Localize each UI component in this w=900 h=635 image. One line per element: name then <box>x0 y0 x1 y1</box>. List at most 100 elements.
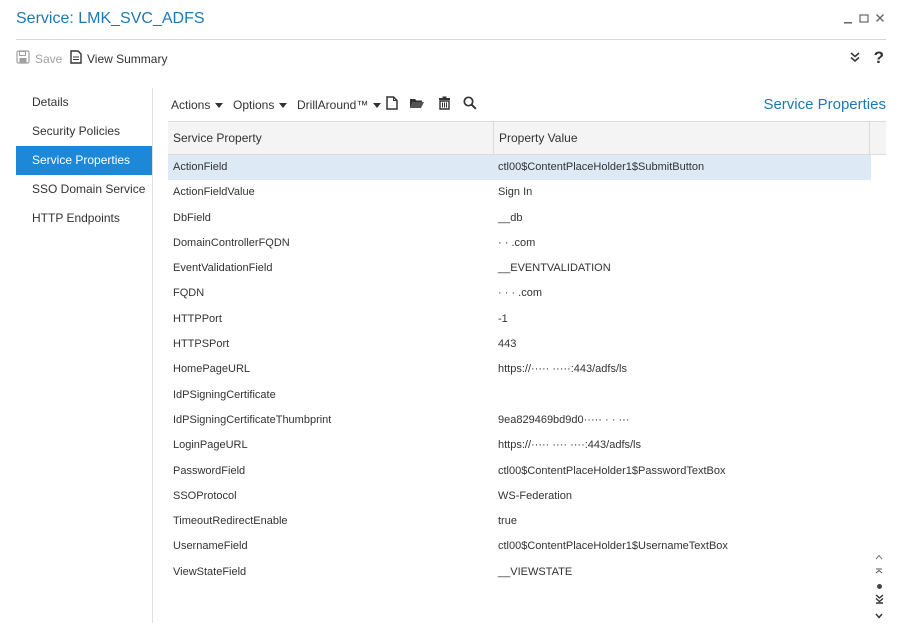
table-row[interactable]: SSOProtocol WS-Federation <box>168 484 871 509</box>
top-toolbar: Save View Summary ? <box>0 44 900 72</box>
help-icon[interactable]: ? <box>874 48 884 68</box>
property-value-cell[interactable]: __EVENTVALIDATION <box>494 256 870 281</box>
property-value-cell[interactable]: __VIEWSTATE <box>494 560 870 585</box>
property-name-cell: EventValidationField <box>173 262 273 275</box>
scroll-bottom-icon[interactable] <box>875 594 884 607</box>
save-icon <box>16 50 30 67</box>
table-row[interactable]: HomePageURL https://····· ·····:443/adfs/… <box>168 357 871 382</box>
property-name-cell: DomainControllerFQDN <box>173 236 290 249</box>
property-name-cell: UsernameField <box>173 540 248 553</box>
property-name-cell: FQDN <box>173 287 205 300</box>
title-divider <box>16 39 886 40</box>
property-name-cell: DbField <box>173 211 211 224</box>
table-row[interactable]: IdPSigningCertificate <box>168 383 871 408</box>
sidebar-item-service-properties[interactable]: Service Properties <box>16 146 153 175</box>
save-label: Save <box>35 51 63 66</box>
options-caret-icon <box>279 102 288 108</box>
property-name-cell: HomePageURL <box>173 363 251 376</box>
grid-header: Service Property Property Value <box>168 121 886 155</box>
property-name-cell: HTTPSPort <box>173 338 230 351</box>
property-value-cell[interactable]: https://····· ·····:443/adfs/ls <box>494 357 870 382</box>
property-value-cell[interactable]: ctl00$ContentPlaceHolder1$SubmitButton <box>494 155 870 180</box>
actions-menu-label: Actions <box>171 98 211 112</box>
table-row[interactable]: TimeoutRedirectEnable true <box>168 509 871 534</box>
table-row[interactable]: FQDN · · · .com <box>168 281 871 306</box>
sidebar-item-security-policies[interactable]: Security Policies <box>16 117 153 146</box>
table-row[interactable]: HTTPPort -1 <box>168 307 871 332</box>
property-value-cell[interactable]: 443 <box>494 332 870 357</box>
view-summary-button[interactable]: View Summary <box>70 50 167 67</box>
table-row[interactable]: ActionField ctl00$ContentPlaceHolder1$Sub… <box>168 155 871 181</box>
column-header-spacer <box>870 122 886 154</box>
table-row[interactable]: DbField __db <box>168 206 871 231</box>
column-header-value[interactable]: Property Value <box>494 122 870 154</box>
scroll-down-icon[interactable] <box>875 612 883 622</box>
table-row[interactable]: PasswordField ctl00$ContentPlaceHolder1$P… <box>168 459 871 484</box>
sidebar-divider <box>152 88 153 623</box>
scroll-up-icon[interactable] <box>875 553 883 563</box>
summary-document-icon <box>70 50 82 67</box>
search-icon[interactable] <box>462 95 478 111</box>
maximize-icon[interactable] <box>858 10 870 26</box>
table-row[interactable]: ActionFieldValue Sign In <box>168 180 871 205</box>
property-name-cell: ViewStateField <box>173 565 247 578</box>
property-value-cell[interactable]: · · · .com <box>494 281 870 306</box>
actions-caret-icon <box>215 102 224 108</box>
property-name-cell: ActionField <box>173 161 228 173</box>
scroll-controls <box>872 553 886 622</box>
drillaround-caret-icon <box>373 102 382 108</box>
drillaround-menu[interactable]: DrillAround™ <box>297 98 382 112</box>
property-value-cell[interactable]: Sign In <box>494 180 870 205</box>
actions-menu[interactable]: Actions <box>171 98 224 112</box>
property-name-cell: IdPSigningCertificateThumbprint <box>173 413 332 426</box>
property-name-cell: LoginPageURL <box>173 439 248 452</box>
drillaround-menu-label: DrillAround™ <box>297 98 369 112</box>
table-row[interactable]: ViewStateField __VIEWSTATE <box>168 560 871 585</box>
toolbar-right: ? <box>850 48 884 68</box>
collapse-chevrons-icon[interactable] <box>850 51 860 66</box>
property-value-cell[interactable]: 9ea829469bd9d0····· · · ··· <box>494 408 870 433</box>
scroll-top-icon[interactable] <box>875 568 883 579</box>
property-value-cell[interactable]: __db <box>494 206 870 231</box>
property-value-cell[interactable]: true <box>494 509 870 534</box>
title-bar: Service: LMK_SVC_ADFS <box>0 0 900 40</box>
scroll-position-icon[interactable] <box>876 584 882 589</box>
minimize-icon[interactable] <box>842 10 854 26</box>
grid-body: ActionField ctl00$ContentPlaceHolder1$Sub… <box>168 155 886 585</box>
new-document-icon[interactable] <box>384 95 400 111</box>
property-value-cell[interactable]: ctl00$ContentPlaceHolder1$UsernameTextBo… <box>494 534 870 559</box>
view-summary-label: View Summary <box>87 51 168 66</box>
property-value-cell[interactable]: https://····· ···· ····:443/adfs/ls <box>494 433 870 458</box>
property-value-cell[interactable] <box>494 383 870 408</box>
column-header-property[interactable]: Service Property <box>168 122 494 154</box>
property-value-cell[interactable]: · · .com <box>494 231 870 256</box>
property-value-cell[interactable]: -1 <box>494 307 870 332</box>
table-row[interactable]: EventValidationField __EVENTVALIDATION <box>168 256 871 281</box>
table-row[interactable]: UsernameField ctl00$ContentPlaceHolder1$U… <box>168 534 871 559</box>
property-value-cell[interactable]: ctl00$ContentPlaceHolder1$PasswordTextBo… <box>494 459 870 484</box>
property-name-cell: IdPSigningCertificate <box>173 388 276 401</box>
panel-title: Service Properties <box>763 96 886 113</box>
property-name-cell: TimeoutRedirectEnable <box>173 515 288 528</box>
open-folder-icon[interactable] <box>409 95 425 111</box>
options-menu[interactable]: Options <box>233 98 288 112</box>
grid-toolbar: Actions Options DrillAround™ Service Pro… <box>171 92 886 118</box>
property-name-cell: SSOProtocol <box>173 489 237 502</box>
save-button[interactable]: Save <box>16 50 62 67</box>
property-name-cell: HTTPPort <box>173 312 222 325</box>
window-controls <box>842 10 886 26</box>
property-name-cell: PasswordField <box>173 464 246 477</box>
sidebar-nav: Details Security Policies Service Proper… <box>16 88 153 233</box>
sidebar-item-sso-domain-service[interactable]: SSO Domain Service <box>16 175 153 204</box>
close-icon[interactable] <box>874 10 886 26</box>
table-row[interactable]: IdPSigningCertificateThumbprint 9ea829469… <box>168 408 871 433</box>
properties-grid: Service Property Property Value ActionFi… <box>168 121 886 585</box>
sidebar-item-http-endpoints[interactable]: HTTP Endpoints <box>16 204 153 233</box>
options-menu-label: Options <box>233 98 275 112</box>
delete-trash-icon[interactable] <box>436 95 452 111</box>
table-row[interactable]: HTTPSPort 443 <box>168 332 871 357</box>
table-row[interactable]: LoginPageURL https://····· ···· ····:443/… <box>168 433 871 458</box>
sidebar-item-details[interactable]: Details <box>16 88 153 117</box>
table-row[interactable]: DomainControllerFQDN · · .com <box>168 231 871 256</box>
property-value-cell[interactable]: WS-Federation <box>494 484 870 509</box>
